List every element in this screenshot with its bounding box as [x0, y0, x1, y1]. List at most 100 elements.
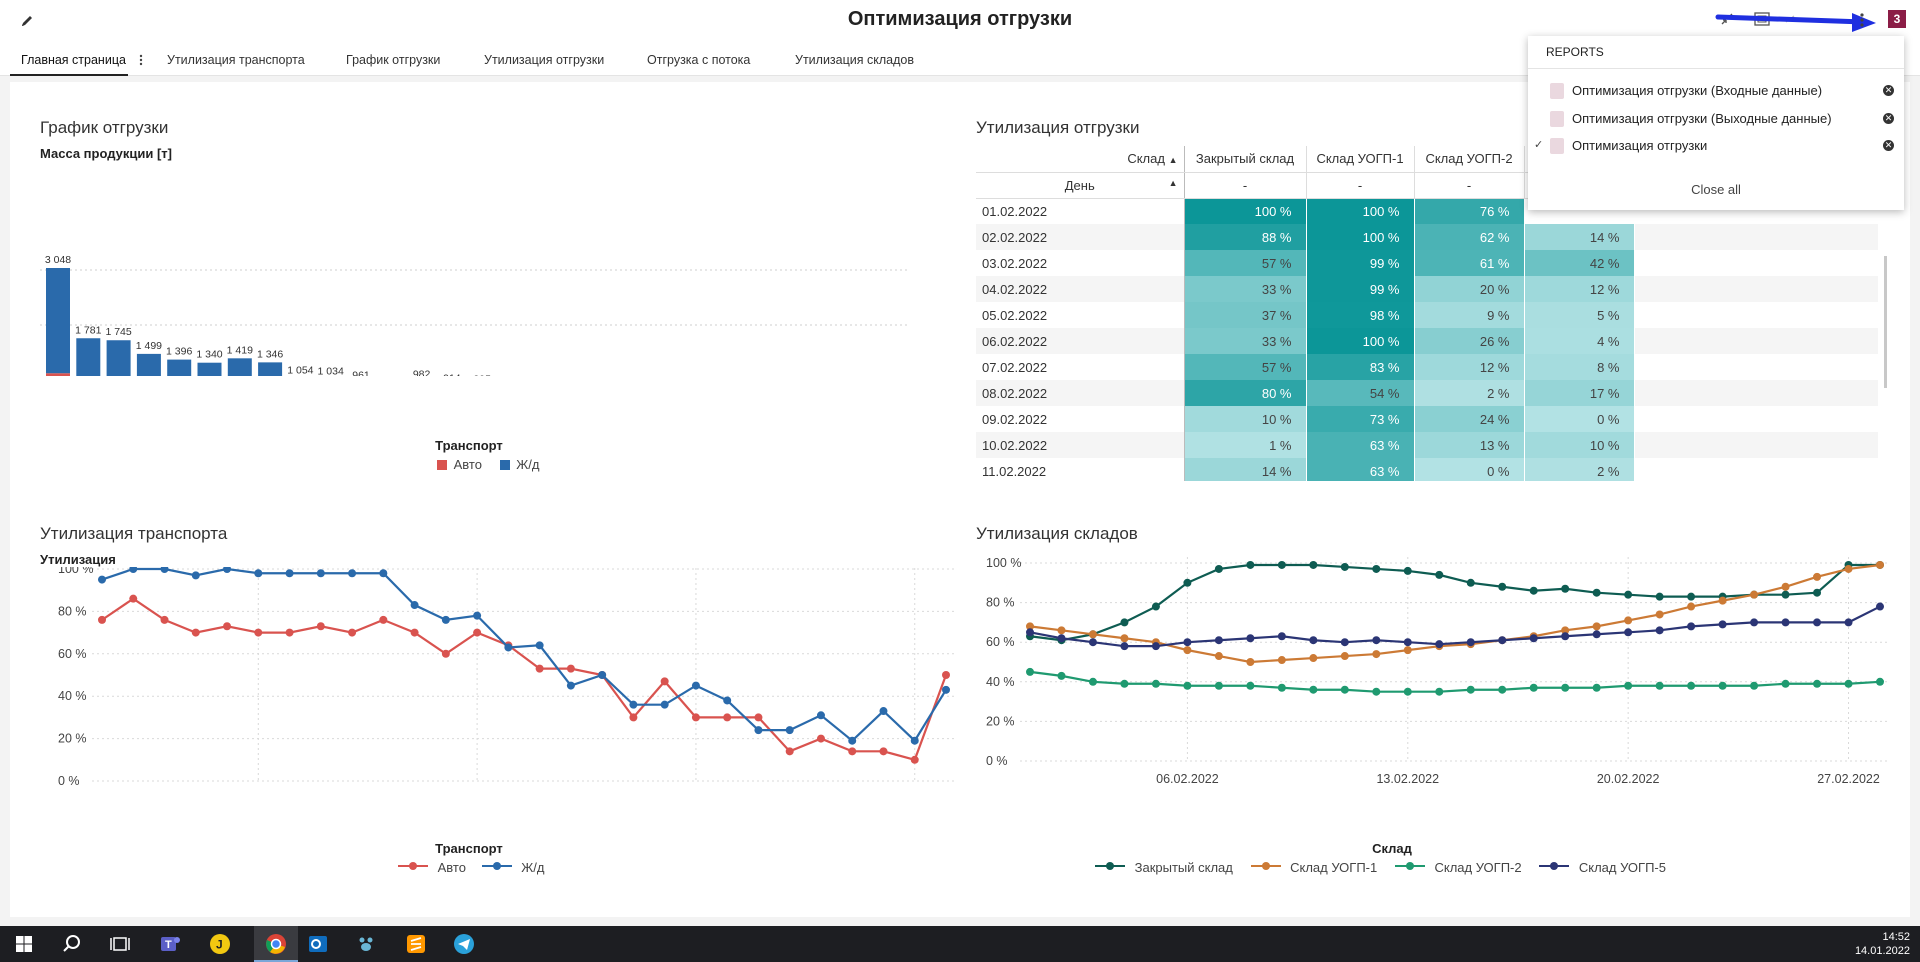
table-row[interactable]: 02.02.2022 88 % 100 % 62 % 14 % — [976, 224, 1878, 250]
value-cell: 2 % — [1414, 380, 1525, 406]
value-cell: 63 % — [1306, 432, 1415, 458]
value-cell: 24 % — [1414, 406, 1525, 432]
sublime-icon[interactable] — [404, 932, 428, 956]
data-point — [1813, 572, 1822, 581]
tab-shipping-schedule[interactable]: График отгрузки — [346, 40, 440, 76]
value-cell: 80 % — [1184, 380, 1307, 406]
table-row[interactable]: 09.02.2022 10 % 73 % 24 % 0 % — [976, 406, 1878, 432]
bar-rail — [46, 268, 70, 374]
data-point — [1372, 687, 1381, 696]
transport-line-chart[interactable]: 0 %20 %40 %60 %80 %100 %06.02.202213.02.… — [40, 567, 960, 792]
x-tick-label: 20.02.2022 — [1597, 772, 1660, 786]
empty-cell — [1634, 328, 1878, 354]
teams-icon[interactable]: T — [158, 932, 182, 956]
windows-start-icon[interactable] — [12, 932, 36, 956]
table-row[interactable]: 06.02.2022 33 % 100 % 26 % 4 % — [976, 328, 1878, 354]
sort-asc-icon[interactable]: ▲ — [1169, 155, 1178, 165]
report-item-input[interactable]: Оптимизация отгрузки (Входные данные) ✕ — [1528, 80, 1904, 102]
data-point — [910, 755, 919, 764]
data-point — [1844, 564, 1853, 573]
reports-badge[interactable]: 3 — [1888, 10, 1906, 28]
tab-warehouse-util[interactable]: Утилизация складов — [795, 40, 914, 76]
column-header[interactable]: Склад УОГП-2 — [1414, 146, 1525, 173]
column-header[interactable]: Закрытый склад — [1184, 146, 1307, 173]
legend-swatch-rail — [499, 459, 510, 470]
empty-cell — [1634, 406, 1878, 432]
report-item-output[interactable]: Оптимизация отгрузки (Выходные данные) ✕ — [1528, 108, 1904, 130]
data-point — [942, 671, 950, 679]
value-cell: 33 % — [1184, 328, 1307, 354]
data-point — [1529, 586, 1538, 595]
value-cell: 57 % — [1184, 354, 1307, 380]
report-item-label: Оптимизация отгрузки (Входные данные) — [1572, 83, 1823, 98]
data-point — [660, 677, 669, 686]
tab-flow-shipping[interactable]: Отгрузка с потока — [647, 40, 750, 76]
data-point — [1813, 618, 1822, 627]
empty-cell — [1634, 354, 1878, 380]
tab-label: Главная страница — [21, 53, 126, 67]
chrome-icon[interactable] — [264, 932, 288, 956]
tab-transport-util[interactable]: Утилизация транспорта — [167, 40, 305, 76]
value-cell: 37 % — [1184, 302, 1307, 328]
paw-app-icon[interactable] — [354, 932, 378, 956]
data-point — [785, 726, 794, 735]
report-doc-icon — [1550, 111, 1564, 127]
y-tick-label: 0 % — [986, 754, 1008, 768]
search-icon[interactable] — [60, 932, 84, 956]
y-tick-label: 20 % — [58, 732, 87, 746]
value-cell: 13 % — [1414, 432, 1525, 458]
data-point — [1561, 584, 1570, 593]
table-row[interactable]: 04.02.2022 33 % 99 % 20 % 12 % — [976, 276, 1878, 302]
tab-menu-icon[interactable] — [138, 54, 144, 66]
close-all-button[interactable]: Close all — [1528, 182, 1904, 197]
empty-cell — [1634, 302, 1878, 328]
close-report-icon[interactable]: ✕ — [1883, 85, 1894, 96]
column-dimension-header[interactable]: Склад ▲ — [976, 146, 1185, 173]
data-point — [1151, 679, 1160, 688]
value-cell: 14 % — [1184, 458, 1307, 481]
empty-cell — [1634, 432, 1878, 458]
data-point — [1340, 562, 1349, 571]
outlook-icon[interactable] — [306, 932, 330, 956]
y-tick-label: 20 % — [986, 714, 1015, 728]
data-point — [1309, 560, 1318, 569]
data-point — [1246, 634, 1255, 643]
shipping-bar-chart[interactable]: 3 04801.02.20221 78102.02.20221 74503.02… — [40, 166, 940, 376]
table-row[interactable]: 05.02.2022 37 % 98 % 9 % 5 % — [976, 302, 1878, 328]
data-point — [1372, 650, 1381, 659]
telegram-icon[interactable] — [452, 932, 476, 956]
sort-asc-icon[interactable]: ▲ — [1169, 178, 1178, 188]
reports-popup: REPORTS Оптимизация отгрузки (Входные да… — [1528, 36, 1904, 210]
legend-label-rail: Ж/д — [516, 457, 540, 473]
row-dimension-header[interactable]: День ▲ — [976, 172, 1185, 199]
task-view-icon[interactable] — [108, 932, 132, 956]
shipping-chart-ylabel: Масса продукции [т] — [40, 146, 172, 161]
svg-text:J: J — [216, 938, 223, 952]
data-point — [1592, 683, 1601, 692]
table-row[interactable]: 08.02.2022 80 % 54 % 2 % 17 % — [976, 380, 1878, 406]
report-item-main[interactable]: ✓ Оптимизация отгрузки ✕ — [1528, 135, 1904, 157]
data-point — [1561, 632, 1570, 641]
data-point — [629, 700, 638, 709]
bar-rail — [167, 359, 192, 376]
table-row[interactable]: 03.02.2022 57 % 99 % 61 % 42 % — [976, 250, 1878, 276]
tab-shipping-util[interactable]: Утилизация отгрузки — [484, 40, 604, 76]
data-point — [1340, 638, 1349, 647]
more-vert-icon[interactable] — [1858, 12, 1866, 28]
close-report-icon[interactable]: ✕ — [1883, 113, 1894, 124]
close-report-icon[interactable]: ✕ — [1883, 140, 1894, 151]
shipping-legend: Авто Ж/д — [437, 456, 539, 472]
table-row[interactable]: 11.02.2022 14 % 63 % 0 % 2 % — [976, 458, 1878, 481]
table-row[interactable]: 07.02.2022 57 % 83 % 12 % 8 % — [976, 354, 1878, 380]
value-cell: 54 % — [1306, 380, 1415, 406]
column-header[interactable]: Склад УОГП-1 — [1306, 146, 1415, 173]
taskbar-clock[interactable]: 14:52 14.01.2022 — [1855, 930, 1910, 958]
data-point — [1750, 618, 1759, 627]
table-scrollbar[interactable] — [1884, 256, 1887, 388]
warehouse-line-chart[interactable]: 0 % 20 % 40 % 60 % 80 % 100 % 06.02.2022 13.02.… — [976, 547, 1900, 792]
table-row[interactable]: 10.02.2022 1 % 63 % 13 % 10 % — [976, 432, 1878, 458]
jira-icon[interactable]: J — [208, 932, 232, 956]
tab-home[interactable]: Главная страница — [10, 40, 128, 76]
bar-rail — [227, 358, 252, 376]
value-cell: 62 % — [1414, 224, 1525, 250]
